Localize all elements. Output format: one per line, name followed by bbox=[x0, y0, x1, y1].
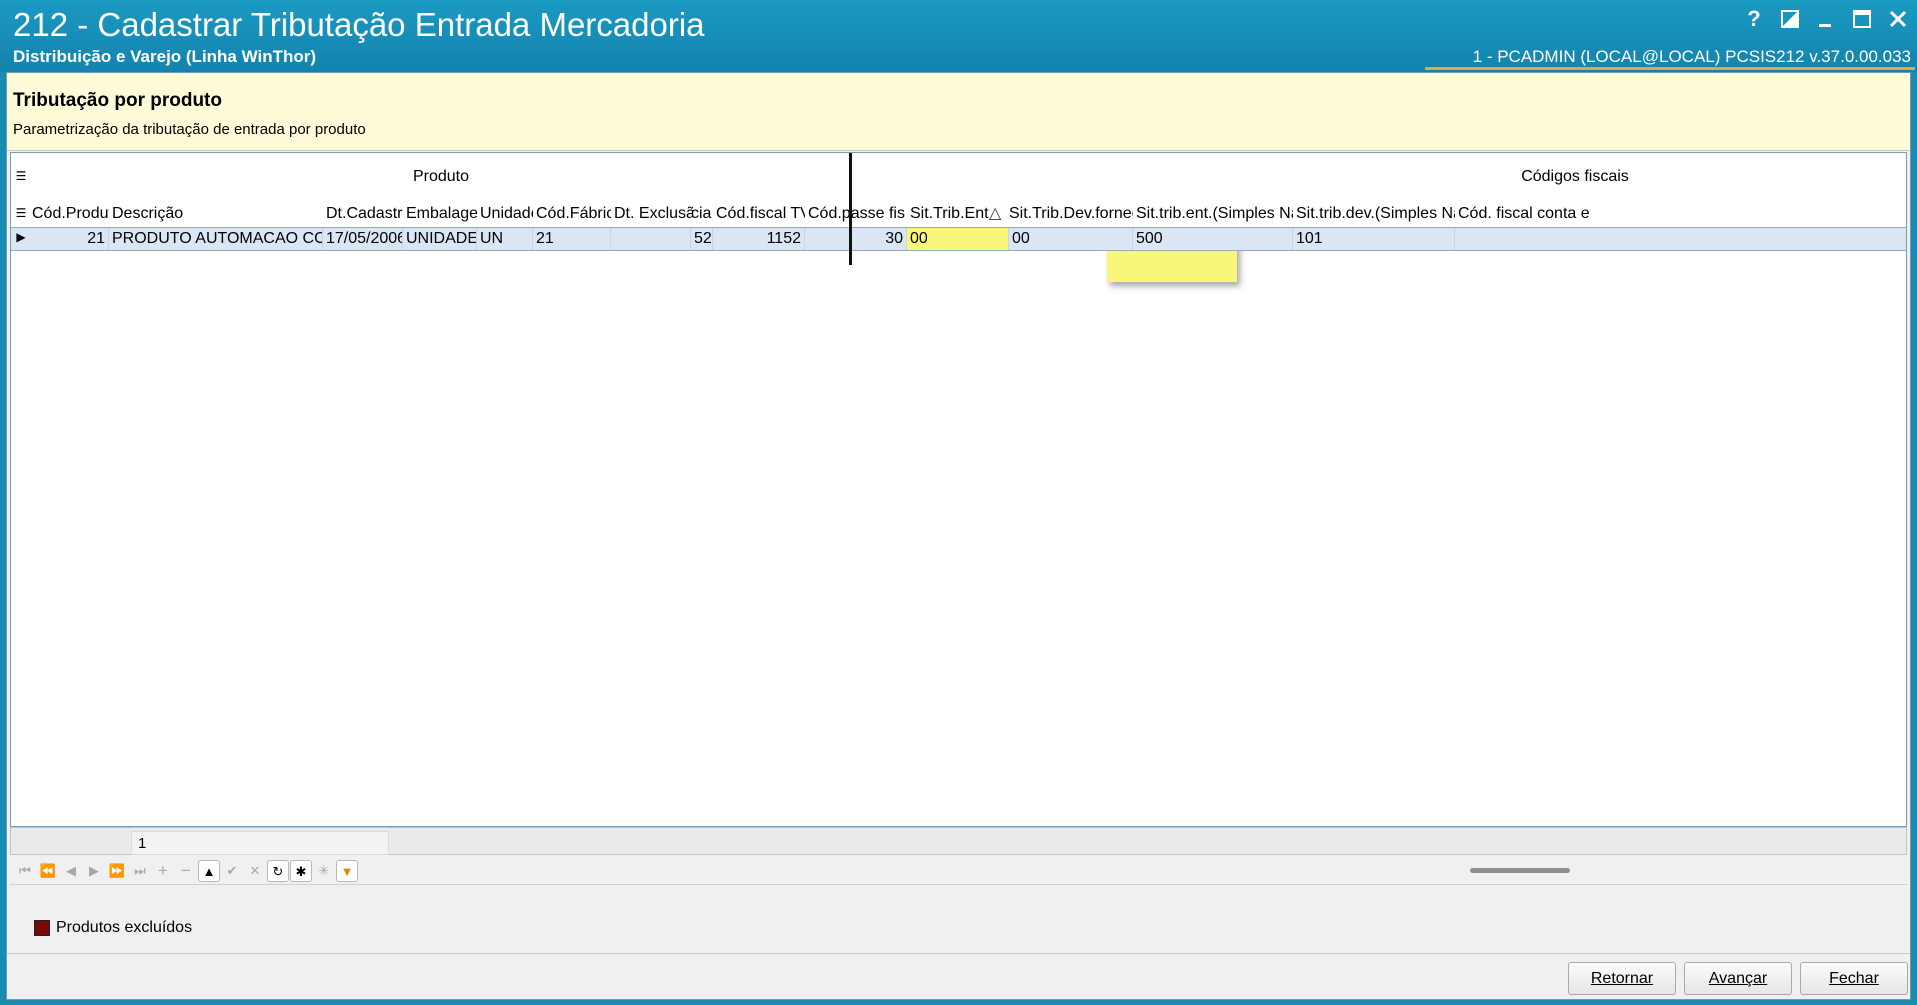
cell-sit-trib-dev-fornec[interactable]: 00 bbox=[1009, 228, 1133, 250]
col-partial-cia[interactable]: cia bbox=[691, 201, 713, 227]
row-selector-arrow-icon: ▶ bbox=[16, 230, 26, 244]
grid-navigator: ⏮ ⏪ ◀ ▶ ⏩ ⏭ + − ▲ ✔ ✕ ↻ ✱ ✳ ▼ bbox=[10, 855, 1907, 885]
cell-dt-exclusao[interactable] bbox=[611, 228, 691, 250]
window-subtitle: Distribuição e Varejo (Linha WinThor) bbox=[13, 47, 317, 66]
column-menu-icon[interactable]: ☰ bbox=[11, 206, 31, 220]
col-cod-fabrica[interactable]: Cód.Fábrica bbox=[533, 201, 611, 227]
col-embalagem[interactable]: Embalagem bbox=[403, 201, 477, 227]
table-row[interactable]: 21 PRODUTO AUTOMACAO COMPRAS 17/05/2006 … bbox=[11, 227, 1906, 251]
summary-footer: 1 bbox=[10, 827, 1907, 855]
col-cod-fiscal-tv9[interactable]: Cód.fiscal TV9 bbox=[713, 201, 805, 227]
title-bar: 212 - Cadastrar Tributação Entrada Merca… bbox=[0, 0, 1917, 72]
theme-icon[interactable] bbox=[1779, 8, 1801, 30]
cell-partial[interactable]: 52 bbox=[693, 228, 713, 250]
filter-icon[interactable]: ▼ bbox=[336, 860, 358, 882]
cell-embalagem[interactable]: UNIDADE bbox=[403, 228, 477, 250]
help-icon[interactable]: ? bbox=[1743, 8, 1765, 30]
title-accent-line bbox=[1425, 67, 1915, 70]
back-button-label: Retornar bbox=[1590, 970, 1654, 987]
header-panel: Tributação por produto Parametrização da… bbox=[7, 73, 1910, 151]
next-button[interactable]: Avançar bbox=[1684, 962, 1792, 995]
col-sit-trib-entr[interactable]: Sit.Trib.Entr bbox=[907, 201, 989, 227]
close-button[interactable]: Fechar bbox=[1800, 962, 1908, 995]
next-record-icon[interactable]: ▶ bbox=[83, 860, 105, 882]
col-sit-trib-dev-fornec[interactable]: Sit.Trib.Dev.fornec. bbox=[1009, 201, 1133, 227]
cell-sit-trib-dev-simples[interactable]: 101 bbox=[1293, 228, 1455, 250]
refresh-icon[interactable]: ↻ bbox=[267, 860, 289, 882]
prev-page-icon[interactable]: ⏪ bbox=[37, 860, 59, 882]
insert-record-icon[interactable]: + bbox=[152, 860, 174, 882]
first-page-icon[interactable]: ⏮ bbox=[14, 860, 36, 882]
band-produto[interactable]: Produto bbox=[33, 153, 849, 201]
frozen-column-splitter[interactable] bbox=[849, 153, 852, 265]
col-cod-fiscal-conta[interactable]: Cód. fiscal conta e bbox=[1455, 201, 1906, 227]
app-window: 212 - Cadastrar Tributação Entrada Merca… bbox=[0, 0, 1917, 1005]
cell-dt-cadastro[interactable]: 17/05/2006 bbox=[323, 228, 403, 250]
legend: Produtos excluídos bbox=[34, 919, 192, 937]
close-icon[interactable] bbox=[1887, 8, 1909, 30]
legend-label: Produtos excluídos bbox=[56, 919, 193, 936]
col-cod-produto[interactable]: Cód.Produto bbox=[29, 201, 109, 227]
delete-record-icon[interactable]: − bbox=[175, 860, 197, 882]
minimize-icon[interactable] bbox=[1815, 8, 1837, 30]
cell-cod-fiscal-tv9[interactable]: 1152 bbox=[713, 228, 805, 250]
cell-descricao[interactable]: PRODUTO AUTOMACAO COMPRAS bbox=[109, 228, 323, 250]
col-descricao[interactable]: Descrição bbox=[109, 201, 323, 227]
next-button-label: Avançar bbox=[1708, 970, 1768, 987]
cancel-edit-icon[interactable]: ✕ bbox=[244, 860, 266, 882]
col-dt-exclusao[interactable]: Dt. Exclusão bbox=[611, 201, 693, 227]
cell-sit-trib-ent-simples[interactable]: 500 bbox=[1133, 228, 1293, 250]
legend-color-swatch bbox=[34, 920, 50, 936]
band-menu-icon[interactable]: ☰ bbox=[11, 169, 31, 183]
window-title: 212 - Cadastrar Tributação Entrada Merca… bbox=[13, 6, 705, 43]
sort-ascending-icon: △ bbox=[989, 205, 1002, 222]
next-page-icon[interactable]: ⏩ bbox=[106, 860, 128, 882]
col-sit-trib-ent-simples[interactable]: Sit.trib.ent.(Simples Nac.) bbox=[1133, 201, 1293, 227]
goto-bookmark-icon[interactable]: ✳ bbox=[313, 860, 335, 882]
edit-record-icon[interactable]: ▲ bbox=[198, 860, 220, 882]
maximize-icon[interactable] bbox=[1851, 8, 1873, 30]
page-description: Parametrização da tributação de entrada … bbox=[13, 121, 366, 138]
cell-cod-produto[interactable]: 21 bbox=[29, 228, 109, 250]
action-bar: Retornar Avançar Fechar bbox=[7, 953, 1910, 999]
save-bookmark-icon[interactable]: ✱ bbox=[290, 860, 312, 882]
col-dt-cadastro[interactable]: Dt.Cadastro bbox=[323, 201, 403, 227]
page-title: Tributação por produto bbox=[13, 90, 222, 111]
horizontal-scrollbar-thumb[interactable] bbox=[1470, 868, 1570, 873]
record-count: 1 bbox=[131, 831, 389, 855]
prev-record-icon[interactable]: ◀ bbox=[60, 860, 82, 882]
client-area: Tributação por produto Parametrização da… bbox=[6, 72, 1911, 1000]
cell-cod-fiscal-conta[interactable] bbox=[1455, 228, 1906, 250]
column-header-row: Cód.Produto Descrição Dt.Cadastro Embala… bbox=[11, 201, 1906, 227]
cell-sit-trib-entr[interactable]: 00 bbox=[907, 228, 1009, 250]
col-unidade[interactable]: Unidade bbox=[477, 201, 533, 227]
cell-cod-passe-fiscal[interactable]: 30 bbox=[805, 228, 907, 250]
products-grid[interactable]: ☰ Produto Códigos fiscais Cód.Produto De… bbox=[10, 152, 1907, 827]
band-codigos-fiscais[interactable]: Códigos fiscais bbox=[852, 153, 1906, 201]
back-button[interactable]: Retornar bbox=[1568, 962, 1676, 995]
window-controls: ? bbox=[1743, 8, 1909, 30]
cell-unidade[interactable]: UN bbox=[477, 228, 533, 250]
cell-cod-fabrica[interactable]: 21 bbox=[533, 228, 611, 250]
close-button-label: Fechar bbox=[1829, 970, 1879, 987]
band-header-row: ☰ Produto Códigos fiscais bbox=[11, 153, 1906, 201]
last-page-icon[interactable]: ⏭ bbox=[129, 860, 151, 882]
col-sit-trib-dev-simples[interactable]: Sit.trib.dev.(Simples Nac.) bbox=[1293, 201, 1455, 227]
post-edit-icon[interactable]: ✔ bbox=[221, 860, 243, 882]
user-info: 1 - PCADMIN (LOCAL@LOCAL) PCSIS212 v.37.… bbox=[1472, 47, 1911, 66]
col-cod-passe-fiscal[interactable]: Cód.passe fiscal bbox=[805, 201, 905, 227]
